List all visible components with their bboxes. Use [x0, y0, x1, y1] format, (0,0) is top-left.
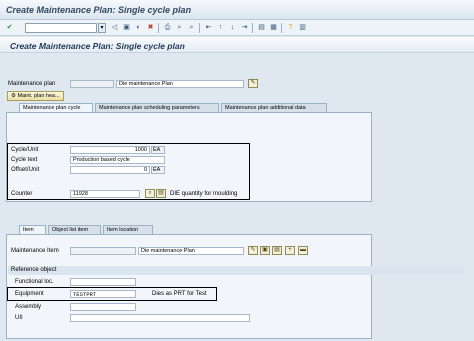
maintenance-item-label: Maintenance Item: [11, 248, 59, 254]
tab-object-list-item[interactable]: Object list item: [48, 225, 101, 234]
save-icon[interactable]: ▣: [122, 23, 131, 32]
new-session-icon[interactable]: ▤: [257, 23, 266, 32]
counter-description: DIE quantity for moulding: [170, 191, 238, 197]
last-page-icon[interactable]: ⇥: [240, 23, 249, 32]
maintenance-plan-label: Maintenance plan: [8, 81, 56, 87]
tab-additional-data[interactable]: Maintenance plan additional data: [221, 103, 327, 112]
functional-location-label: Functional loc.: [15, 279, 54, 285]
sap-window: Create Maintenance Plan: Single cycle pl…: [0, 0, 474, 341]
page-heading-bar: Create Maintenance Plan: Single cycle pl…: [0, 37, 474, 53]
exit-icon[interactable]: ◐: [134, 23, 143, 32]
offset-unit-field[interactable]: EA: [151, 166, 165, 174]
toolbar-separator: [281, 23, 282, 33]
equipment-field[interactable]: TESTPRT: [70, 290, 136, 298]
cancel-icon[interactable]: ✖: [146, 23, 155, 32]
item-copy-icon[interactable]: ▣: [260, 246, 270, 255]
maint-plan-header-button-label: Maint. plan hea...: [17, 93, 60, 99]
print-icon[interactable]: ⎙: [163, 23, 172, 32]
cycle-unit-label: Cycle/Unit: [11, 147, 39, 153]
item-long-text-icon[interactable]: ✎: [248, 246, 258, 255]
command-dropdown-icon[interactable]: ▾: [98, 23, 106, 33]
ok-icon[interactable]: ✔: [5, 23, 14, 32]
counter-search-icon[interactable]: ⌕: [145, 189, 155, 198]
customize-icon[interactable]: ▥: [298, 23, 307, 32]
back-icon[interactable]: ◁: [110, 23, 119, 32]
window-title: Create Maintenance Plan: Single cycle pl…: [6, 5, 192, 15]
maintenance-plan-field[interactable]: [70, 80, 114, 88]
tab-item[interactable]: Item: [19, 225, 46, 234]
main-content: Maintenance plan Die maintenance Plan ✎ …: [0, 54, 474, 341]
maintenance-plan-text-field[interactable]: Die maintenance Plan: [116, 80, 244, 88]
tab-maintenance-plan-cycle[interactable]: Maintenance plan cycle: [19, 103, 93, 112]
page-title: Create Maintenance Plan: Single cycle pl…: [10, 41, 185, 51]
reference-object-header: Reference object: [8, 266, 464, 275]
cycle-text-label: Cycle text: [11, 157, 38, 163]
tab-item-location[interactable]: Item location: [103, 225, 153, 234]
maintenance-item-text-field[interactable]: Die maintenance Plan: [138, 247, 244, 255]
maintenance-item-field[interactable]: [70, 247, 136, 255]
first-page-icon[interactable]: ⇤: [204, 23, 213, 32]
tab-scheduling-parameters[interactable]: Maintenance plan scheduling parameters: [95, 103, 219, 112]
maint-plan-header-button[interactable]: ⚙ Maint. plan hea...: [7, 91, 64, 101]
cycle-unit-field[interactable]: EA: [151, 146, 165, 154]
item-add-icon[interactable]: +: [285, 246, 295, 255]
item-reference-icon[interactable]: ▤: [272, 246, 282, 255]
cycle-value-field[interactable]: 1000: [70, 146, 150, 154]
counter-detail-icon[interactable]: ▤: [156, 189, 166, 198]
offset-unit-label: Offset/Unit: [11, 167, 40, 173]
command-field[interactable]: [25, 23, 97, 33]
wrench-icon: ⚙: [11, 93, 16, 99]
toolbar-separator: [199, 23, 200, 33]
next-page-icon[interactable]: ↓: [228, 23, 237, 32]
counter-label: Counter: [11, 191, 33, 197]
equipment-label: Equipment: [15, 291, 44, 297]
find-icon[interactable]: ⌕: [175, 23, 184, 32]
long-text-icon[interactable]: ✎: [248, 79, 258, 88]
title-bar: Create Maintenance Plan: Single cycle pl…: [0, 0, 474, 20]
item-delete-icon[interactable]: ▬: [298, 246, 308, 255]
cycle-text-field[interactable]: Production based cycle: [70, 156, 165, 164]
shortcut-icon[interactable]: ▦: [269, 23, 278, 32]
counter-field[interactable]: 11928: [70, 190, 140, 198]
offset-value-field[interactable]: 0: [70, 166, 150, 174]
standard-toolbar: ✔ ▾ ◁ ▣ ◐ ✖ ⎙ ⌕ ⌕ ⇤ ↑ ↓ ⇥ ▤ ▦ ? ▥: [0, 20, 474, 36]
uii-label: UII: [15, 315, 23, 321]
find-next-icon[interactable]: ⌕: [187, 23, 196, 32]
prev-page-icon[interactable]: ↑: [216, 23, 225, 32]
toolbar-separator: [252, 23, 253, 33]
help-icon[interactable]: ?: [286, 23, 295, 32]
assembly-label: Assembly: [15, 304, 42, 310]
assembly-field[interactable]: [70, 303, 136, 311]
toolbar-separator: [158, 23, 159, 33]
functional-location-field[interactable]: [70, 278, 136, 286]
equipment-description: Dies as PRT for Test: [152, 291, 207, 297]
uii-field[interactable]: [70, 314, 250, 322]
